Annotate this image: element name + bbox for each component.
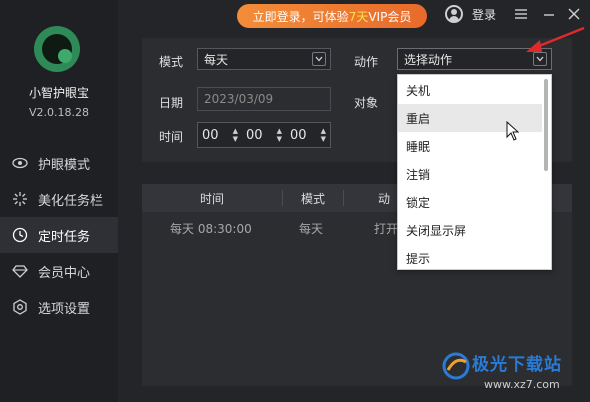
settings-icon — [12, 299, 28, 315]
dropdown-option[interactable]: 睡眠 — [398, 132, 542, 160]
second-value: 00 — [290, 127, 307, 143]
table-cell-action: 打开 — [374, 222, 399, 236]
sidebar-item-label: 选项设置 — [38, 301, 91, 317]
dropdown-option[interactable]: 提示 — [398, 244, 542, 272]
sidebar-item-scheduled-tasks[interactable]: 定时任务 — [0, 217, 118, 253]
chevron-down-icon — [312, 52, 326, 66]
mode-select[interactable]: 每天 — [197, 48, 331, 70]
action-select-value: 选择动作 — [404, 52, 453, 67]
app-name: 小智护眼宝 — [28, 86, 89, 100]
time-picker[interactable]: 00 ▲ ▼ 00 ▲ ▼ 00 ▲ ▼ — [197, 122, 331, 148]
spin-arrows-icon[interactable]: ▲ ▼ — [321, 127, 326, 143]
sidebar-item-settings[interactable]: 选项设置 — [0, 289, 118, 325]
date-field[interactable]: 2023/03/09 — [197, 87, 331, 111]
mode-select-value: 每天 — [204, 52, 229, 67]
time-label: 时间 — [159, 130, 184, 144]
mouse-cursor-icon — [506, 121, 520, 141]
second-stepper[interactable]: 00 ▲ ▼ — [286, 127, 330, 143]
sidebar-item-member-center[interactable]: 会员中心 — [0, 253, 118, 289]
eye-icon — [12, 155, 28, 171]
clock-icon — [12, 227, 28, 243]
sidebar-item-taskbar[interactable]: 美化任务栏 — [0, 181, 118, 217]
spin-arrows-icon[interactable]: ▲ ▼ — [233, 127, 238, 143]
annotation-arrow-icon — [526, 26, 585, 52]
column-header-time: 时间 — [199, 191, 224, 206]
minute-value: 00 — [246, 127, 263, 143]
vip-suffix-text: VIP会员 — [368, 9, 412, 24]
date-label: 日期 — [159, 96, 184, 110]
dropdown-option[interactable]: 关闭显示屏 — [398, 216, 542, 244]
close-icon[interactable] — [564, 4, 584, 24]
watermark-title: 极光下载站 — [472, 355, 562, 375]
table-cell-mode: 每天 — [299, 222, 324, 236]
action-dropdown-list: 关机 重启 睡眠 注销 锁定 关闭显示屏 提示 — [397, 74, 552, 270]
diamond-icon — [12, 263, 28, 279]
sidebar-item-label: 护眼模式 — [38, 157, 91, 173]
mode-label: 模式 — [159, 55, 184, 69]
app-version: V2.0.18.28 — [28, 106, 89, 119]
table-cell-time: 每天 08:30:00 — [170, 222, 252, 236]
sidebar-item-label: 定时任务 — [38, 229, 91, 245]
minute-stepper[interactable]: 00 ▲ ▼ — [242, 127, 286, 143]
sidebar: 小智护眼宝 V2.0.18.28 护眼模式 美化任务栏 定时任务 会员中心 选项… — [0, 0, 118, 402]
dropdown-option[interactable]: 注销 — [398, 160, 542, 188]
vip-prefix-text: 立即登录，可体验 — [252, 9, 349, 24]
target-label: 对象 — [354, 96, 379, 110]
sidebar-item-label: 会员中心 — [38, 265, 91, 281]
dropdown-option[interactable]: 重启 — [398, 104, 542, 132]
sparkle-icon — [12, 191, 28, 207]
user-icon[interactable] — [445, 5, 463, 23]
app-logo-icon — [34, 26, 80, 72]
dropdown-option[interactable]: 锁定 — [398, 188, 542, 216]
vip-highlight-text: 7天 — [348, 9, 369, 24]
spin-arrows-icon[interactable]: ▲ ▼ — [277, 127, 282, 143]
minimize-icon[interactable] — [539, 4, 559, 24]
sidebar-item-eye-mode[interactable]: 护眼模式 — [0, 145, 118, 181]
sidebar-item-label: 美化任务栏 — [38, 193, 104, 209]
watermark-url: www.xz7.com — [484, 378, 560, 391]
vip-login-banner[interactable]: 立即登录，可体验 7天 VIP会员 — [237, 4, 427, 28]
dropdown-scrollbar[interactable] — [544, 79, 548, 171]
menu-icon[interactable] — [511, 4, 531, 24]
dropdown-option[interactable]: 关机 — [398, 76, 542, 104]
hour-value: 00 — [202, 127, 219, 143]
watermark-logo-icon — [442, 352, 470, 380]
column-header-mode: 模式 — [300, 191, 325, 206]
action-label: 动作 — [354, 55, 379, 69]
hour-stepper[interactable]: 00 ▲ ▼ — [198, 127, 242, 143]
login-link[interactable]: 登录 — [472, 6, 496, 23]
